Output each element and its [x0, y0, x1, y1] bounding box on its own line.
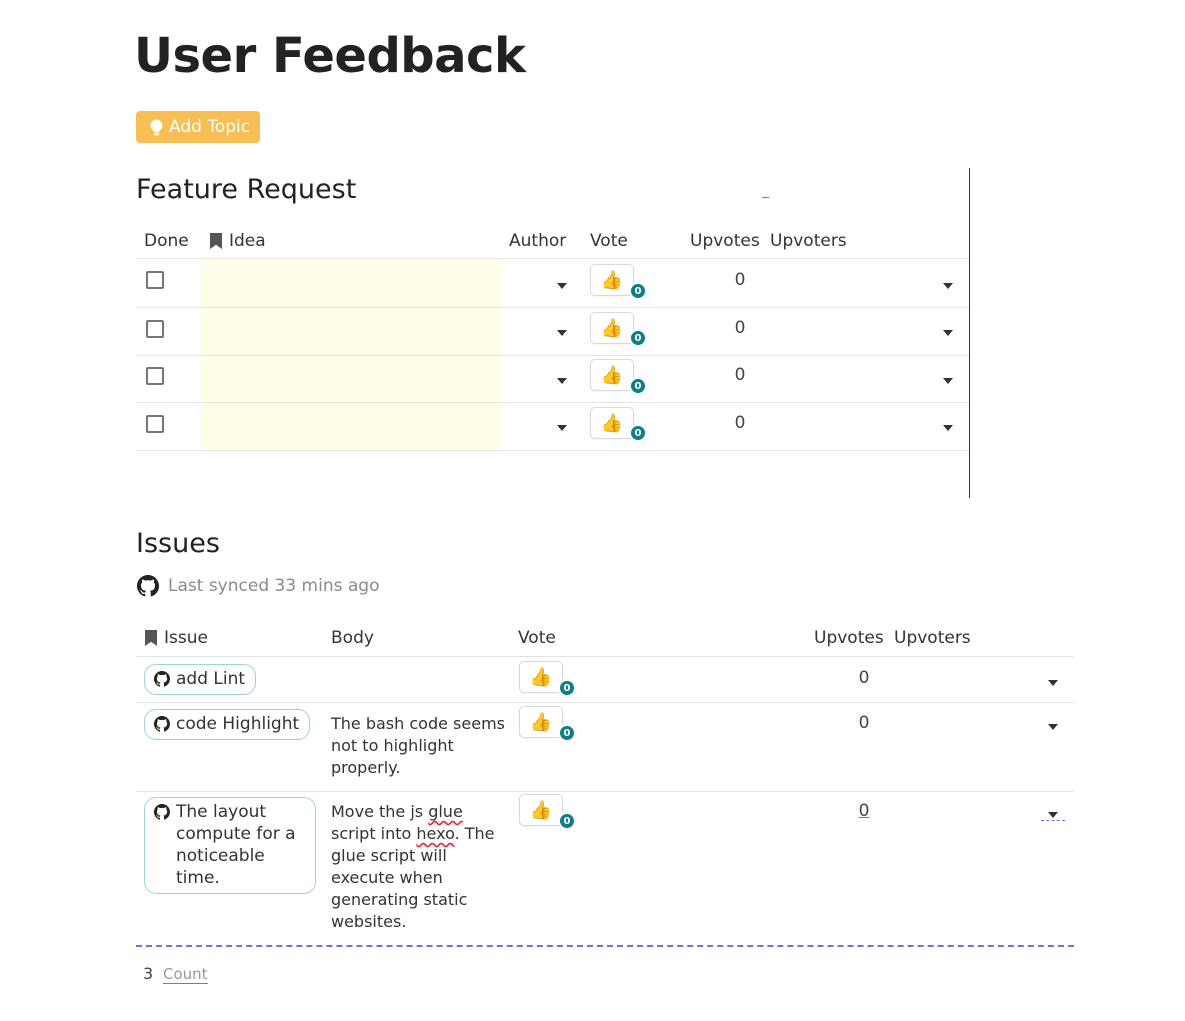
add-topic-button[interactable]: Add Topic: [136, 111, 260, 143]
feature-request-title: Feature Request: [136, 174, 357, 205]
upvotes-value: 0: [858, 668, 870, 688]
upvotes-value: 0: [858, 801, 870, 821]
col-header-upvotes: Upvotes: [814, 628, 884, 648]
thumbs-up-icon: 👍: [529, 799, 553, 821]
sync-status-text: Last synced 33 mins ago: [168, 576, 380, 596]
idea-cell[interactable]: [208, 270, 498, 292]
vote-count-badge: 0: [629, 377, 647, 395]
thumbs-up-icon: 👍: [600, 412, 624, 434]
vote-button[interactable]: 👍: [519, 794, 563, 826]
upvotes-value: 0: [734, 318, 746, 338]
vote-count-badge: 0: [629, 282, 647, 300]
col-header-vote: Vote: [518, 628, 556, 648]
vote-button[interactable]: 👍: [590, 359, 634, 391]
issue-link[interactable]: The layout compute for a noticeable time…: [144, 797, 316, 894]
author-dropdown[interactable]: [557, 283, 567, 289]
upvoters-dropdown[interactable]: [1048, 680, 1058, 686]
table-footer-divider: [136, 945, 1074, 947]
vote-button[interactable]: 👍: [590, 407, 634, 439]
upvotes-value: 0: [858, 713, 870, 733]
upvotes-value: 0: [734, 413, 746, 433]
author-dropdown[interactable]: [557, 330, 567, 336]
vote-count-badge: 0: [629, 424, 647, 442]
upvoters-dropdown[interactable]: [943, 378, 953, 384]
github-icon: [154, 671, 170, 687]
vote-count-badge: 0: [558, 724, 576, 742]
issue-title: add Lint: [176, 669, 246, 689]
row-divider: [136, 450, 969, 451]
bookmark-icon: [210, 233, 222, 249]
col-header-body: Body: [331, 628, 374, 648]
col-header-idea: Idea: [209, 231, 266, 251]
col-header-vote: Vote: [590, 231, 628, 251]
row-divider: [136, 355, 969, 356]
row-divider: [136, 791, 1074, 792]
row-divider: [136, 307, 969, 308]
done-checkbox[interactable]: [146, 367, 164, 385]
issues-title: Issues: [136, 528, 220, 559]
col-header-issue: Issue: [144, 628, 208, 648]
vote-button[interactable]: 👍: [590, 264, 634, 296]
sync-status: Last synced 33 mins ago: [137, 575, 379, 597]
done-checkbox[interactable]: [146, 320, 164, 338]
col-header-author: Author: [509, 231, 567, 251]
upvoters-dropdown[interactable]: [943, 283, 953, 289]
selection-outline: [1041, 820, 1065, 821]
row-divider: [136, 402, 969, 403]
issue-body: Move the js glue script into hexo. The g…: [331, 802, 495, 931]
idea-cell[interactable]: [208, 414, 498, 436]
text-cursor-mark: [762, 197, 769, 198]
idea-cell[interactable]: [208, 319, 498, 341]
bookmark-icon: [145, 630, 157, 646]
row-count-label[interactable]: Count: [163, 965, 208, 984]
col-header-upvoters: Upvoters: [770, 231, 847, 251]
github-icon: [154, 804, 170, 820]
upvotes-value: 0: [734, 270, 746, 290]
col-header-done: Done: [144, 231, 189, 251]
vote-count-badge: 0: [629, 329, 647, 347]
issue-link[interactable]: add Lint: [144, 664, 257, 695]
column-divider[interactable]: [969, 168, 970, 498]
github-icon: [154, 716, 170, 732]
lightbulb-icon: [150, 119, 163, 136]
vote-button[interactable]: 👍: [519, 706, 563, 738]
issue-body: The bash code seems not to highlight pro…: [331, 714, 505, 777]
thumbs-up-icon: 👍: [529, 666, 553, 688]
col-header-upvotes: Upvotes: [690, 231, 760, 251]
author-dropdown[interactable]: [557, 378, 567, 384]
done-checkbox[interactable]: [146, 415, 164, 433]
idea-cell[interactable]: [208, 366, 498, 388]
issue-title: code Highlight: [176, 714, 300, 734]
thumbs-up-icon: 👍: [600, 269, 624, 291]
row-divider: [136, 702, 1074, 703]
upvoters-dropdown[interactable]: [1048, 812, 1058, 818]
upvotes-value: 0: [734, 365, 746, 385]
vote-count-badge: 0: [558, 812, 576, 830]
add-topic-label: Add Topic: [169, 117, 251, 137]
thumbs-up-icon: 👍: [600, 364, 624, 386]
row-count-value: 3: [143, 964, 154, 983]
vote-button[interactable]: 👍: [519, 661, 563, 693]
upvoters-dropdown[interactable]: [1048, 724, 1058, 730]
vote-button[interactable]: 👍: [590, 312, 634, 344]
done-checkbox[interactable]: [146, 271, 164, 289]
thumbs-up-icon: 👍: [529, 711, 553, 733]
issue-title: The layout compute for a noticeable time…: [176, 802, 296, 888]
author-dropdown[interactable]: [557, 425, 567, 431]
page-title: User Feedback: [134, 28, 526, 84]
upvoters-dropdown[interactable]: [943, 330, 953, 336]
col-header-upvoters: Upvoters: [894, 628, 971, 648]
upvoters-dropdown[interactable]: [943, 425, 953, 431]
thumbs-up-icon: 👍: [600, 317, 624, 339]
github-icon: [137, 575, 159, 597]
vote-count-badge: 0: [558, 679, 576, 697]
header-divider: [136, 656, 1074, 657]
issue-link[interactable]: code Highlight: [144, 709, 311, 740]
